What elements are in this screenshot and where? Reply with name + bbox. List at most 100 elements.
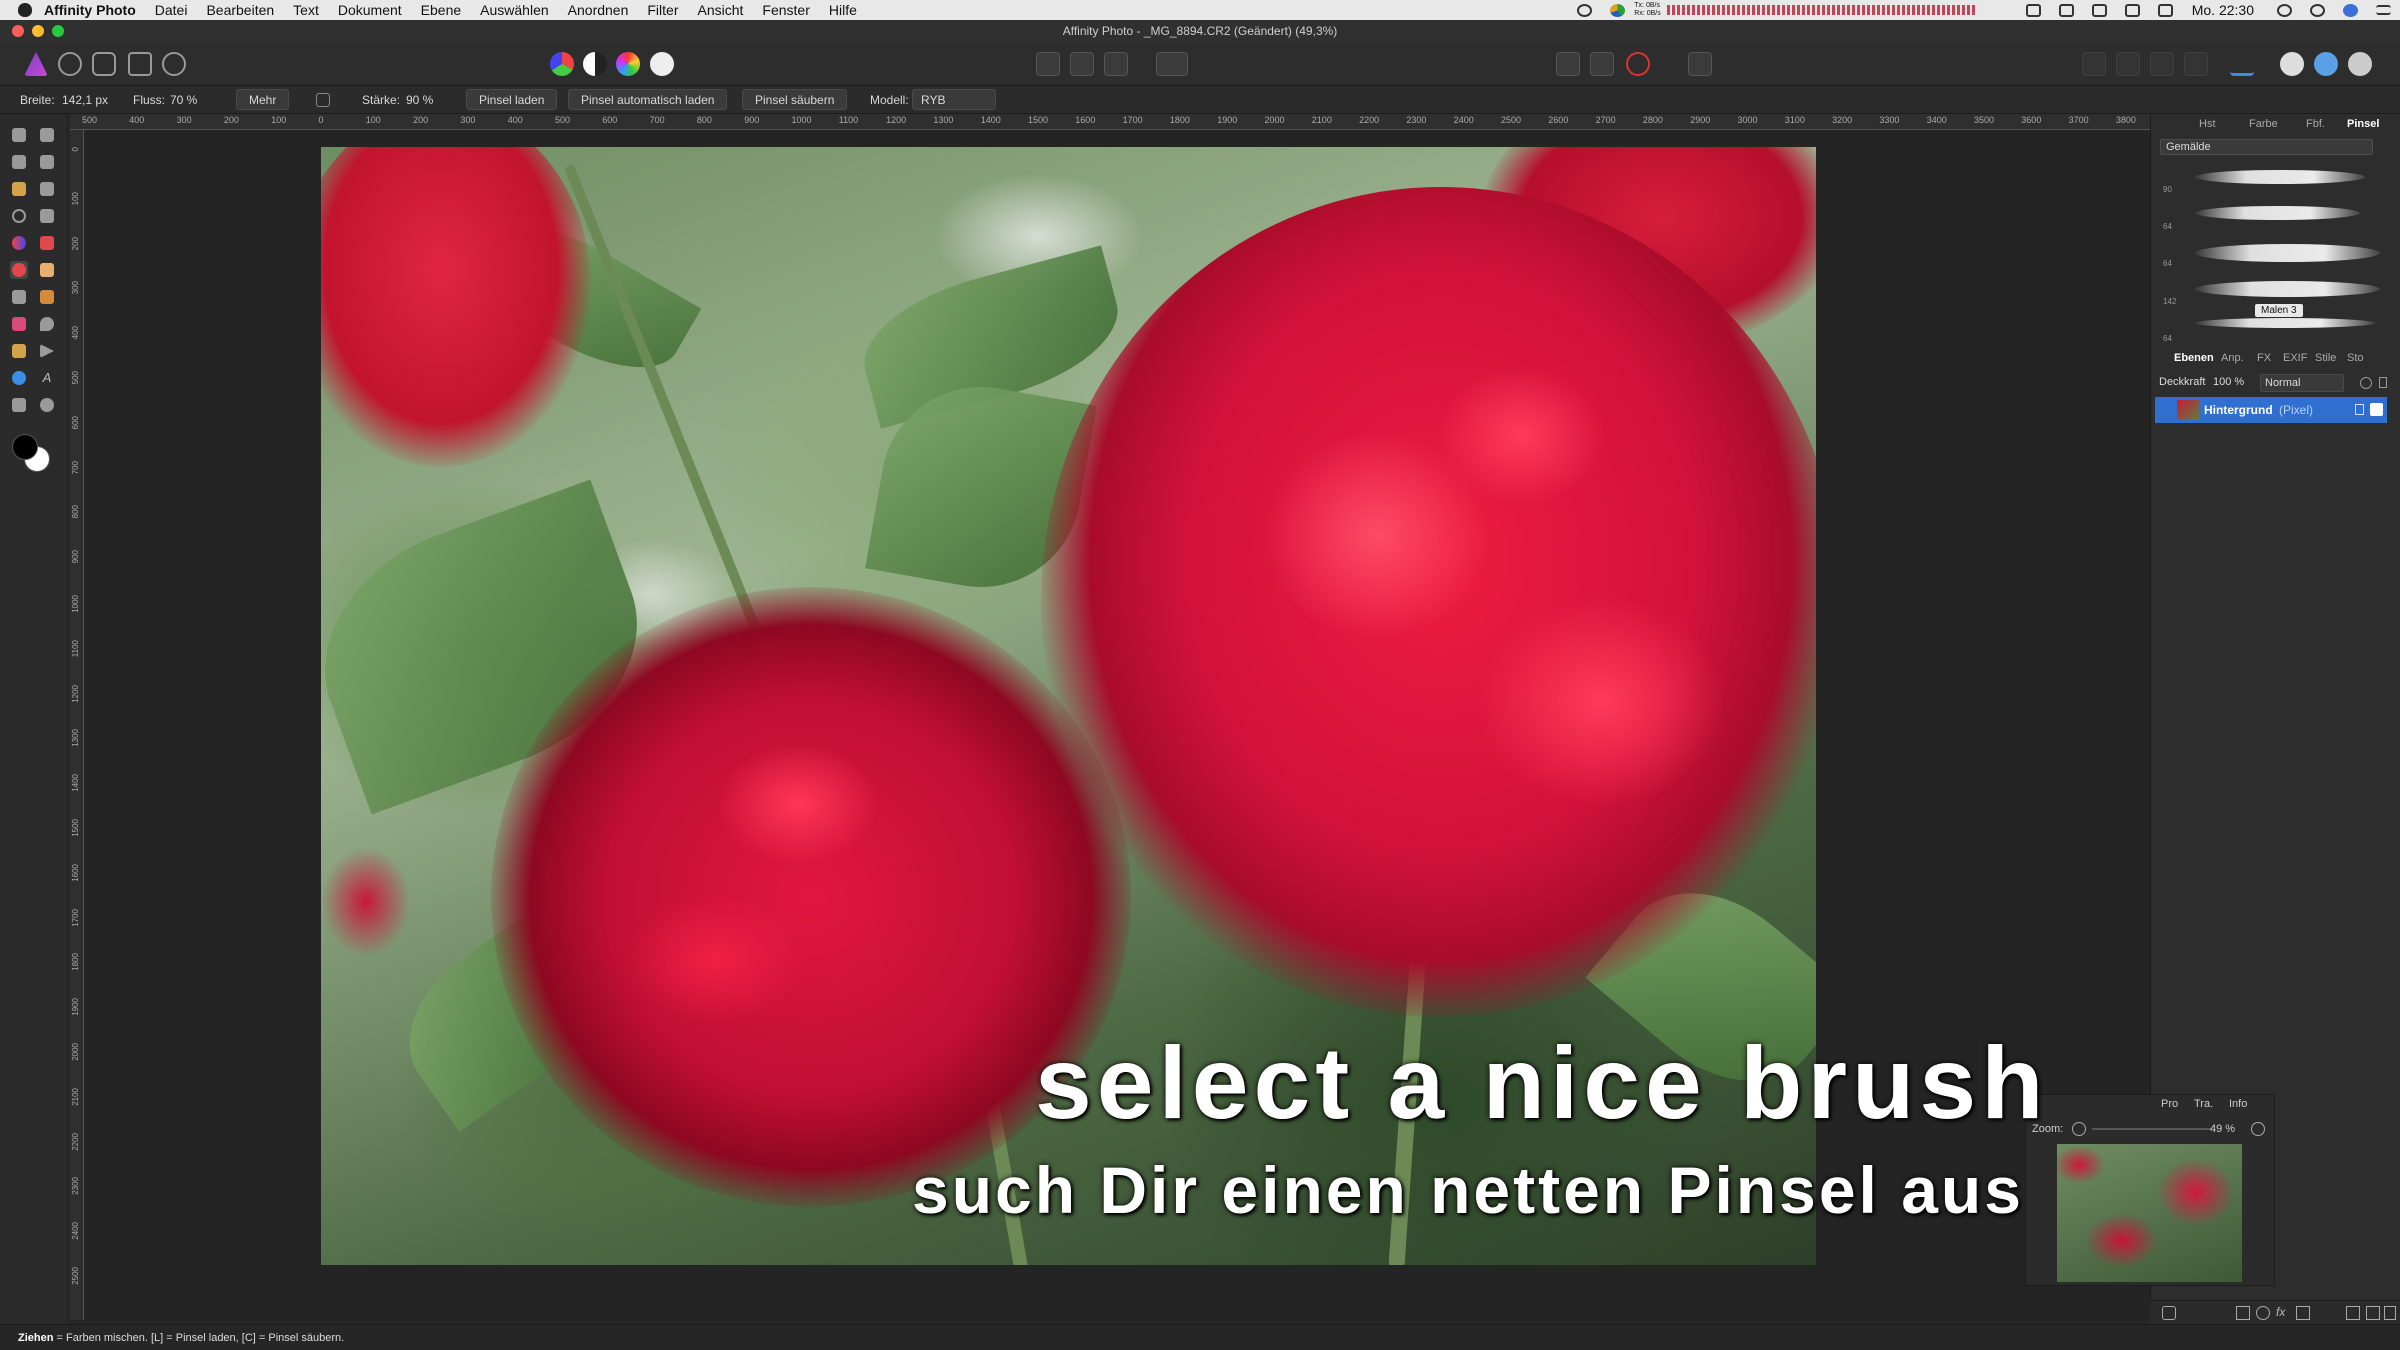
navigator-thumbnail[interactable] xyxy=(2057,1144,2242,1282)
flood-select-tool-icon[interactable] xyxy=(38,180,56,198)
menu-app-name[interactable]: Affinity Photo xyxy=(44,2,136,18)
spotlight-icon[interactable] xyxy=(2310,3,2325,17)
minimize-window-button[interactable] xyxy=(32,25,44,37)
dodge-tool-icon[interactable] xyxy=(10,288,28,306)
menu-ansicht[interactable]: Ansicht xyxy=(698,2,744,18)
layers-icon[interactable] xyxy=(2162,1306,2176,1320)
siri-icon[interactable] xyxy=(2343,3,2358,17)
fx-icon[interactable]: fx xyxy=(2276,1305,2285,1319)
view-mode-icon[interactable] xyxy=(2314,52,2338,76)
lock-icon[interactable] xyxy=(2379,377,2387,388)
selection-marquee-icon[interactable] xyxy=(1036,52,1060,76)
menu-ebene[interactable]: Ebene xyxy=(421,2,461,18)
export-persona-icon[interactable] xyxy=(162,52,186,76)
zoom-value[interactable]: 49 % xyxy=(2210,1123,2235,1135)
wifi-icon[interactable] xyxy=(2091,3,2107,17)
gradient-tool-icon[interactable] xyxy=(10,234,28,252)
assistant-icon[interactable] xyxy=(1688,52,1712,76)
liquify-persona-icon[interactable] xyxy=(58,52,82,76)
brush-stroke-2[interactable] xyxy=(2195,206,2360,220)
width-field[interactable]: 142,1 px xyxy=(62,93,108,107)
menu-dokument[interactable]: Dokument xyxy=(338,2,402,18)
shape-tool-icon[interactable] xyxy=(10,369,28,387)
deselect-icon[interactable] xyxy=(1070,52,1094,76)
zoom-window-button[interactable] xyxy=(52,25,64,37)
quick-mask-icon[interactable] xyxy=(1156,52,1188,76)
selection-brush-tool-icon[interactable] xyxy=(10,180,28,198)
blend-mode-select[interactable]: Normal xyxy=(2260,374,2344,392)
duplicate-layer-icon[interactable] xyxy=(2366,1306,2380,1320)
add-layer-icon[interactable] xyxy=(2346,1306,2360,1320)
close-window-button[interactable] xyxy=(12,25,24,37)
layer-row-background[interactable]: Hintergrund (Pixel) xyxy=(2155,397,2387,423)
tab-exif[interactable]: EXIF xyxy=(2283,352,2307,364)
tab-color[interactable]: Farbe xyxy=(2249,118,2278,130)
node-tool-icon[interactable] xyxy=(38,342,56,360)
brush-category-select[interactable]: Gemälde xyxy=(2160,139,2373,155)
mixer-brush-tool-icon[interactable] xyxy=(10,261,28,279)
align-icon[interactable] xyxy=(2230,52,2254,76)
clean-brush-button[interactable]: Pinsel säubern xyxy=(742,89,848,110)
menu-fenster[interactable]: Fenster xyxy=(762,2,809,18)
flip-icon[interactable] xyxy=(2150,52,2174,76)
time-machine-icon[interactable] xyxy=(2025,3,2041,17)
hand-tool-icon[interactable] xyxy=(10,126,28,144)
brush-stroke-4[interactable] xyxy=(2195,281,2380,297)
menu-clock[interactable]: Mo. 22:30 xyxy=(2192,2,2254,18)
auto-white-balance-icon[interactable] xyxy=(650,52,674,76)
menu-auswaehlen[interactable]: Auswählen xyxy=(480,2,549,18)
color-wheel-icon[interactable] xyxy=(1610,3,1626,17)
flow-field[interactable]: 70 % xyxy=(170,93,197,107)
color-picker-tool-icon[interactable] xyxy=(10,153,28,171)
tab-histogram[interactable]: Hst xyxy=(2199,118,2216,130)
more-button[interactable]: Mehr xyxy=(236,89,290,110)
auto-levels-icon[interactable] xyxy=(550,52,574,76)
zoom-tool-icon[interactable] xyxy=(38,396,56,414)
auto-load-brush-button[interactable]: Pinsel automatisch laden xyxy=(568,89,728,110)
studio-toggle-icon[interactable] xyxy=(2280,52,2304,76)
marquee-tool-icon[interactable] xyxy=(10,207,28,225)
zoom-slider[interactable] xyxy=(2092,1128,2212,1130)
user-icon[interactable] xyxy=(2277,3,2292,17)
tone-mapping-persona-icon[interactable] xyxy=(128,52,152,76)
snapping-icon[interactable] xyxy=(1626,52,1650,76)
preferences-icon[interactable] xyxy=(2348,52,2372,76)
delete-layer-icon[interactable] xyxy=(2384,1306,2396,1320)
menu-hilfe[interactable]: Hilfe xyxy=(829,2,857,18)
invert-selection-icon[interactable] xyxy=(1104,52,1128,76)
flag-icon[interactable] xyxy=(2157,3,2173,17)
brush-stroke-1[interactable] xyxy=(2195,170,2365,184)
blur-tool-icon[interactable] xyxy=(38,315,56,333)
opacity-field[interactable]: 100 % xyxy=(2209,374,2248,392)
tab-stock[interactable]: Sto xyxy=(2347,352,2364,364)
bluetooth-icon[interactable] xyxy=(2058,3,2074,17)
arrange-forward-icon[interactable] xyxy=(2116,52,2140,76)
pen-tool-icon[interactable] xyxy=(10,342,28,360)
layer-settings-icon[interactable] xyxy=(2360,377,2372,389)
tab-styles[interactable]: Stile xyxy=(2315,352,2336,364)
brush-stroke-3[interactable] xyxy=(2195,244,2380,262)
record-icon[interactable] xyxy=(1577,3,1593,17)
tab-info[interactable]: Info xyxy=(2229,1098,2247,1110)
clone-tool-icon[interactable] xyxy=(38,288,56,306)
wet-edges-icon[interactable] xyxy=(316,93,330,107)
tab-transform[interactable]: Tra. xyxy=(2194,1098,2213,1110)
strength-field[interactable]: 90 % xyxy=(406,93,433,107)
group-icon[interactable] xyxy=(2296,1306,2310,1320)
tab-brushes[interactable]: Pinsel xyxy=(2347,118,2379,130)
apple-icon[interactable] xyxy=(18,3,32,17)
tab-swatches[interactable]: Fbf. xyxy=(2306,118,2325,130)
zoom-in-icon[interactable] xyxy=(2251,1122,2265,1136)
menu-filter[interactable]: Filter xyxy=(647,2,678,18)
photo-persona-icon[interactable] xyxy=(24,52,48,76)
move-tool-icon[interactable] xyxy=(38,126,56,144)
auto-contrast-icon[interactable] xyxy=(583,52,607,76)
tab-protocol[interactable]: Pro xyxy=(2161,1098,2178,1110)
color-swap-icon[interactable] xyxy=(1590,52,1614,76)
text-tool-icon[interactable]: A xyxy=(38,369,56,387)
erase-brush-tool-icon[interactable] xyxy=(38,261,56,279)
adjustment-icon[interactable] xyxy=(2256,1306,2270,1320)
develop-persona-icon[interactable] xyxy=(92,52,116,76)
grid-icon[interactable] xyxy=(1556,52,1580,76)
red-eye-tool-icon[interactable] xyxy=(10,315,28,333)
